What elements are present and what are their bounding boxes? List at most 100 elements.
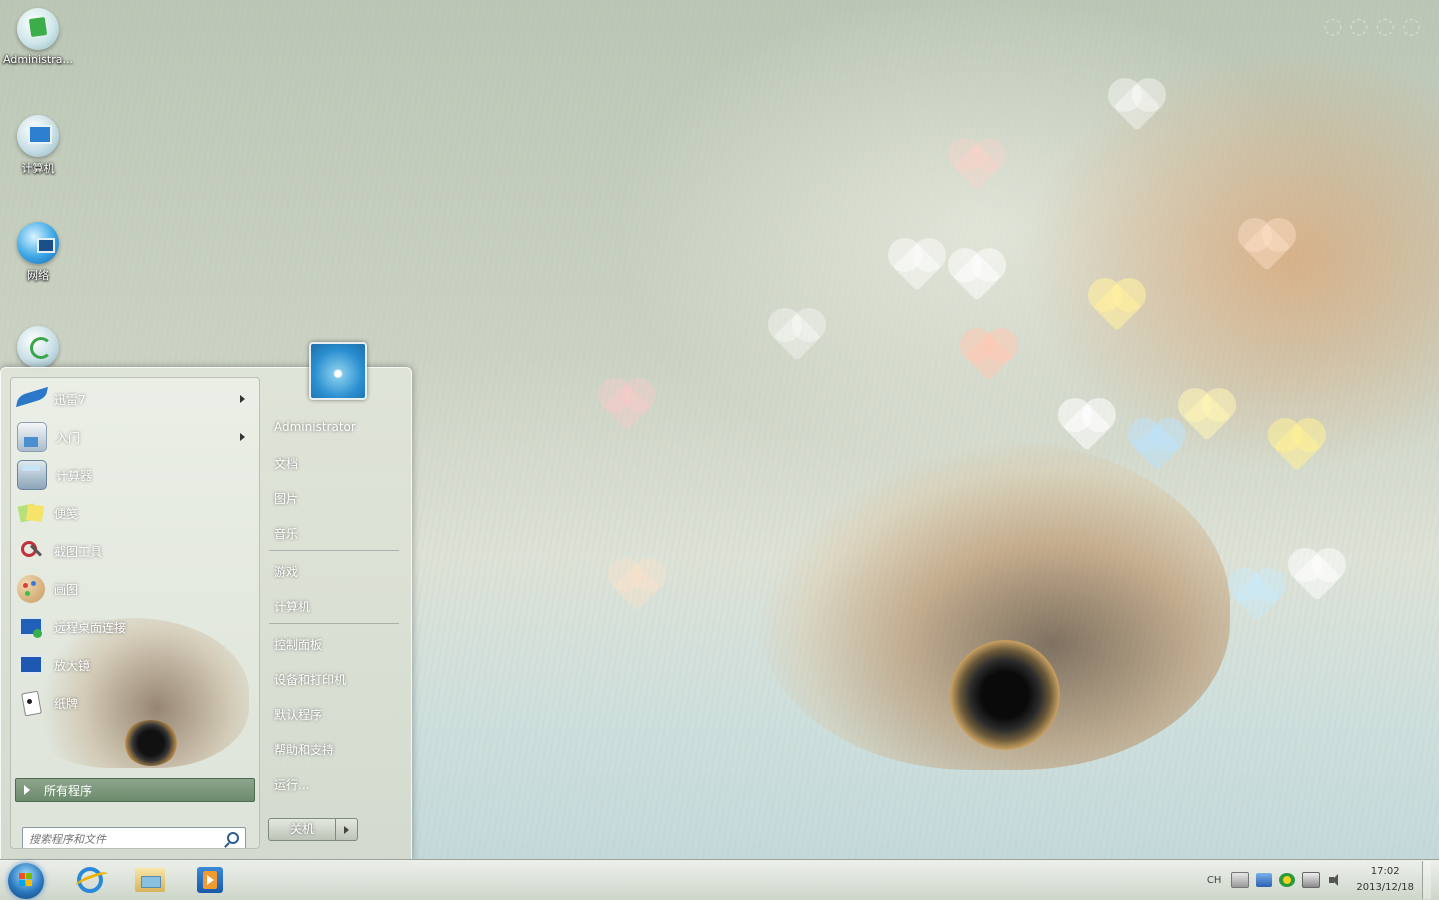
desktop-icon-administrator[interactable]: Administra... (0, 8, 76, 66)
bokeh-heart (1232, 572, 1282, 622)
program-label: 纸牌 (54, 696, 79, 711)
start-search-box[interactable] (22, 827, 246, 848)
submenu-arrow-icon[interactable] (240, 433, 245, 441)
start-right-item-computer[interactable]: 计算机 (274, 598, 310, 615)
bokeh-heart (612, 562, 662, 612)
program-label: 入门 (56, 430, 81, 445)
magnifier-icon (17, 651, 45, 679)
start-button[interactable] (8, 863, 44, 899)
snipping-tool-icon (17, 537, 45, 565)
language-indicator[interactable]: CH (1207, 875, 1222, 886)
program-label: 便笺 (54, 506, 79, 521)
network-icon (17, 222, 59, 264)
bokeh-heart (772, 312, 822, 362)
security-shield-icon[interactable] (1279, 873, 1296, 887)
search-icon[interactable] (227, 832, 239, 844)
shutdown-options-button[interactable] (336, 819, 357, 840)
windows-explorer-icon (135, 868, 165, 892)
program-label: 放大镜 (54, 658, 91, 673)
program-label: 截图工具 (54, 544, 103, 559)
system-clock[interactable]: 17:02 2013/12/18 (1356, 864, 1414, 896)
start-right-item-help-support[interactable]: 帮助和支持 (274, 741, 334, 758)
start-menu: 迅雷7 入门 计算器 便笺 截图工具 画图 远程桌面连接 放大镜 纸牌 所有程序… (0, 342, 412, 861)
program-item-solitaire[interactable]: 纸牌 (17, 686, 253, 720)
start-menu-programs-pane: 迅雷7 入门 计算器 便笺 截图工具 画图 远程桌面连接 放大镜 纸牌 所有程序… (10, 377, 260, 849)
bokeh-heart (602, 382, 652, 432)
film-lens-decoration (123, 720, 179, 766)
menu-separator (269, 550, 399, 552)
desktop-icon-label: Administra... (3, 53, 73, 66)
media-player-icon (197, 867, 223, 893)
program-label: 画图 (54, 582, 79, 597)
start-right-item-pictures[interactable]: 图片 (274, 490, 298, 507)
program-label: 远程桌面连接 (54, 620, 127, 635)
desktop-icon-recycle-bin[interactable] (0, 326, 76, 368)
start-right-item-documents[interactable]: 文档 (274, 455, 298, 472)
wallpaper-watermark: ◌ ◌ ◌ ◌ (1323, 14, 1421, 39)
system-tray: CH 17:02 2013/12/18 (1207, 860, 1431, 900)
desktop-icon-computer[interactable]: 计算机 (0, 115, 76, 176)
chevron-right-icon (344, 825, 349, 834)
solitaire-cards-icon (17, 689, 45, 717)
keyboard-icon[interactable] (1231, 872, 1250, 888)
bokeh-heart (1112, 82, 1162, 132)
program-item-magnifier[interactable]: 放大镜 (17, 648, 253, 682)
start-right-item-control-panel[interactable]: 控制面板 (274, 636, 322, 653)
bokeh-heart (1242, 222, 1292, 272)
bokeh-heart (1292, 552, 1342, 602)
all-programs-label: 所有程序 (44, 783, 93, 798)
desktop-icon-label: 计算机 (21, 162, 55, 175)
submenu-arrow-icon[interactable] (240, 395, 245, 403)
shutdown-button-group: 关机 (268, 818, 358, 841)
paint-palette-icon (17, 575, 45, 603)
bokeh-heart (1062, 402, 1112, 452)
desktop-icon-network[interactable]: 网络 (0, 222, 76, 283)
clock-date: 2013/12/18 (1356, 882, 1414, 893)
start-right-item-default-programs[interactable]: 默认程序 (274, 706, 322, 723)
taskbar: CH 17:02 2013/12/18 (0, 859, 1439, 900)
calculator-icon (17, 460, 47, 490)
computer-icon (17, 115, 59, 157)
program-item-paint[interactable]: 画图 (17, 572, 253, 606)
xunlei-bird-icon (16, 385, 48, 413)
bokeh-heart (1092, 282, 1142, 332)
all-programs-button[interactable]: 所有程序 (15, 778, 255, 802)
taskbar-app-explorer[interactable] (126, 863, 174, 897)
user-account-picture[interactable] (309, 342, 367, 400)
film-lens-graphic (950, 640, 1060, 750)
bokeh-heart (964, 332, 1014, 382)
taskbar-app-media-player[interactable] (186, 863, 234, 897)
program-label: 计算器 (56, 468, 93, 483)
sticky-notes-icon (17, 499, 45, 527)
start-right-item-user[interactable]: Administrator (274, 420, 356, 434)
program-item-sticky-notes[interactable]: 便笺 (17, 496, 253, 530)
program-item-snipping-tool[interactable]: 截图工具 (17, 534, 253, 568)
program-item-getting-started[interactable]: 入门 (17, 420, 253, 454)
network-connection-icon[interactable] (1302, 872, 1321, 888)
start-right-item-run[interactable]: 运行... (274, 776, 309, 793)
clock-time: 17:02 (1370, 866, 1400, 877)
network-monitor-icon[interactable] (1256, 873, 1273, 887)
shutdown-button[interactable]: 关机 (269, 819, 336, 840)
show-desktop-button[interactable] (1422, 861, 1431, 899)
bokeh-heart (1132, 422, 1182, 472)
user-folder-icon (17, 8, 59, 50)
windows-logo-icon (19, 873, 33, 887)
start-right-item-music[interactable]: 音乐 (274, 525, 298, 542)
start-right-item-devices-printers[interactable]: 设备和打印机 (274, 671, 346, 688)
bokeh-heart (952, 142, 1002, 192)
start-right-item-games[interactable]: 游戏 (274, 563, 298, 580)
recycle-bin-icon (17, 326, 59, 368)
desktop-icon-label: 网络 (27, 269, 49, 282)
getting-started-icon (17, 422, 47, 452)
menu-separator (269, 623, 399, 625)
program-item-remote-desktop[interactable]: 远程桌面连接 (17, 610, 253, 644)
volume-icon[interactable] (1327, 873, 1343, 887)
program-item-calculator[interactable]: 计算器 (17, 458, 253, 492)
expand-arrow-icon (24, 785, 30, 795)
remote-desktop-icon (17, 613, 45, 641)
taskbar-app-internet-explorer[interactable] (66, 863, 114, 897)
program-item-xunlei[interactable]: 迅雷7 (16, 382, 253, 416)
start-search-input[interactable] (23, 829, 225, 848)
bokeh-heart (952, 252, 1002, 302)
